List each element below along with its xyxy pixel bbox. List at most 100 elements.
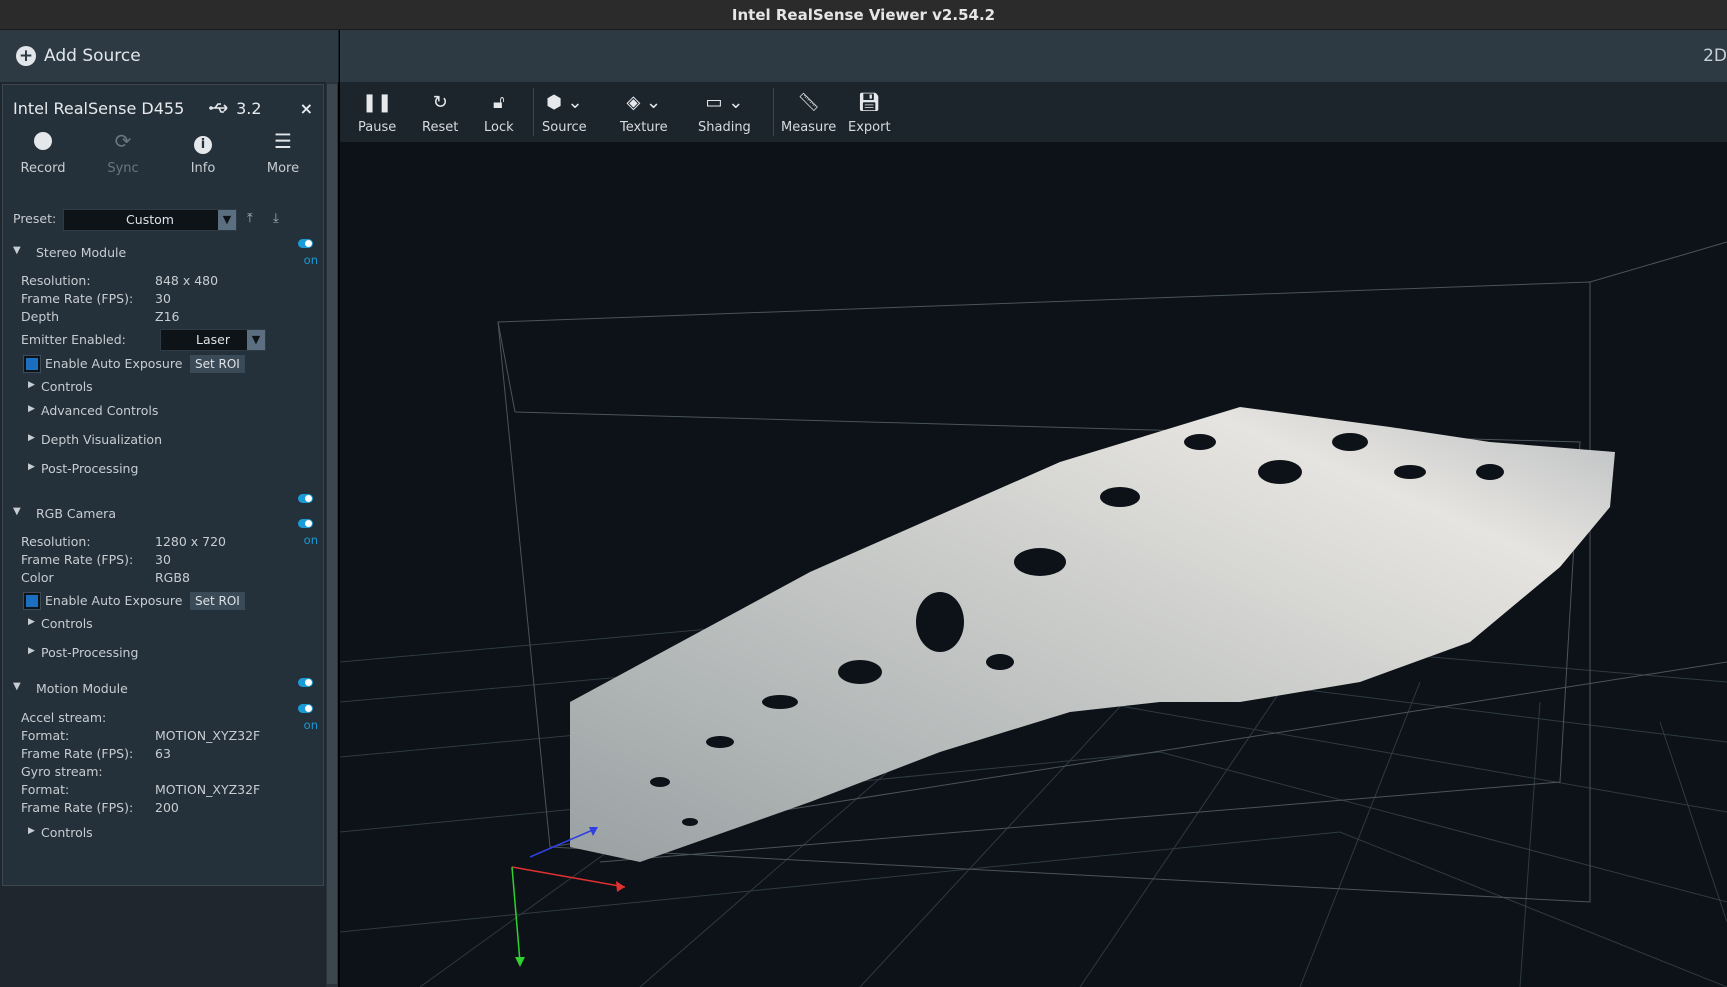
- rgb-resolution-row: Resolution: 1280 x 720: [3, 534, 323, 552]
- info-icon: i: [163, 129, 243, 154]
- fps-value[interactable]: 30: [155, 291, 171, 306]
- texture-label: Texture: [620, 120, 668, 135]
- source-dropdown[interactable]: ⬢ ⌄ Source: [542, 92, 587, 135]
- shading-dropdown[interactable]: ▭ ⌄ Shading: [698, 92, 751, 135]
- motion-module-header[interactable]: ▼ Motion Module: [3, 681, 323, 701]
- caret-right-icon: ▶: [28, 617, 35, 627]
- caret-right-icon: ▶: [28, 404, 35, 414]
- close-device-button[interactable]: ×: [300, 99, 313, 118]
- unlock-icon: 🔓︎: [492, 92, 505, 113]
- stereo-fps-row: Frame Rate (FPS): 30: [3, 291, 323, 309]
- caret-right-icon: ▶: [28, 433, 35, 443]
- controls-label: Controls: [41, 379, 93, 394]
- format-label: Format:: [21, 782, 70, 797]
- toolbar-divider: [533, 88, 534, 136]
- 3d-viewport[interactable]: ❚❚ Pause ↻ Reset 🔓︎ Lock ⬢ ⌄ Source ◈ ⌄ …: [340, 82, 1727, 987]
- usb-indicator: 3.2: [209, 99, 262, 118]
- rgb-camera-header[interactable]: ▼ RGB Camera: [3, 506, 323, 526]
- rgb-auto-exposure-row: Enable Auto Exposure: [3, 593, 323, 611]
- gyro-fps-row: Frame Rate (FPS): 200: [3, 800, 323, 818]
- pause-button[interactable]: ❚❚ Pause: [358, 92, 396, 135]
- resolution-value[interactable]: 848 x 480: [155, 273, 218, 288]
- auto-exposure-label: Enable Auto Exposure: [45, 593, 183, 608]
- preset-label: Preset:: [13, 211, 57, 226]
- device-header: Intel RealSense D455 3.2 ×: [13, 99, 313, 121]
- window-title: Intel RealSense Viewer v2.54.2: [731, 5, 996, 24]
- caret-right-icon: ▶: [28, 826, 35, 836]
- record-label: Record: [20, 161, 66, 176]
- sync-button[interactable]: ⟳ Sync: [83, 129, 163, 176]
- fps-value[interactable]: 30: [155, 552, 171, 567]
- format-value[interactable]: MOTION_XYZ32F: [155, 728, 260, 743]
- emitter-value: Laser: [196, 332, 230, 347]
- record-button[interactable]: Record: [3, 129, 83, 176]
- info-button[interactable]: i Info: [163, 129, 243, 176]
- depth-visualization-label: Depth Visualization: [41, 432, 163, 447]
- advanced-controls-node[interactable]: ▶ Advanced Controls: [3, 403, 323, 421]
- format-value[interactable]: MOTION_XYZ32F: [155, 782, 260, 797]
- point-cloud-scene[interactable]: [340, 142, 1727, 987]
- usb-version: 3.2: [236, 99, 262, 118]
- chevron-down-icon: ▼: [218, 210, 236, 230]
- sidebar-scrollbar[interactable]: [326, 82, 338, 987]
- rgb-post-processing-node[interactable]: ▶ Post-Processing: [3, 645, 323, 663]
- rgb-set-roi-button[interactable]: Set ROI: [190, 592, 245, 610]
- accel-format-row: Format: MOTION_XYZ32F: [3, 728, 323, 746]
- device-panel: Intel RealSense D455 3.2 × Record ⟳ Sync…: [2, 84, 324, 886]
- caret-right-icon: ▶: [28, 646, 35, 656]
- lock-label: Lock: [484, 120, 514, 135]
- emitter-label: Emitter Enabled:: [21, 332, 126, 347]
- stereo-resolution-row: Resolution: 848 x 480: [3, 273, 323, 291]
- menu-icon: ☰: [274, 129, 292, 153]
- stereo-controls-node[interactable]: ▶ Controls: [3, 379, 323, 397]
- advanced-controls-label: Advanced Controls: [41, 403, 159, 418]
- fps-value[interactable]: 63: [155, 746, 171, 761]
- resolution-label: Resolution:: [21, 534, 91, 549]
- chevron-down-icon: ▼: [247, 330, 265, 350]
- stereo-module-toggle[interactable]: [298, 239, 313, 248]
- controls-label: Controls: [41, 825, 93, 840]
- motion-controls-node[interactable]: ▶ Controls: [3, 825, 323, 843]
- format-value[interactable]: RGB8: [155, 570, 190, 585]
- preset-select[interactable]: Custom ▼: [63, 209, 237, 231]
- fps-label: Frame Rate (FPS):: [21, 291, 134, 306]
- stereo-post-processing-toggle[interactable]: [298, 494, 313, 503]
- more-label: More: [266, 161, 300, 176]
- lock-button[interactable]: 🔓︎ Lock: [484, 92, 514, 135]
- device-name: Intel RealSense D455: [13, 99, 185, 118]
- upload-preset-icon[interactable]: ⤒: [247, 211, 253, 226]
- depth-visualization-node[interactable]: ▶ Depth Visualization: [3, 432, 323, 450]
- gyro-format-row: Format: MOTION_XYZ32F: [3, 782, 323, 800]
- add-source-label: Add Source: [44, 46, 141, 66]
- stereo-post-processing-node[interactable]: ▶ Post-Processing: [3, 461, 323, 479]
- rgb-controls-node[interactable]: ▶ Controls: [3, 616, 323, 634]
- caret-right-icon: ▶: [28, 462, 35, 472]
- reset-button[interactable]: ↻ Reset: [422, 92, 458, 135]
- add-source-button[interactable]: + Add Source: [0, 30, 339, 82]
- window-title-bar: Intel RealSense Viewer v2.54.2: [0, 0, 1727, 30]
- controls-label: Controls: [41, 616, 93, 631]
- resolution-value[interactable]: 1280 x 720: [155, 534, 226, 549]
- fps-label: Frame Rate (FPS):: [21, 746, 134, 761]
- stereo-set-roi-button[interactable]: Set ROI: [190, 355, 245, 373]
- measure-button[interactable]: 📏︎ Measure: [781, 92, 836, 135]
- emitter-select[interactable]: Laser ▼: [160, 329, 266, 351]
- measure-label: Measure: [781, 120, 837, 135]
- download-preset-icon[interactable]: ⤓: [273, 211, 279, 226]
- export-label: Export: [848, 120, 891, 135]
- export-button[interactable]: 💾︎ Export: [848, 92, 891, 135]
- stereo-module-on-label: on: [303, 253, 318, 267]
- rgb-camera-toggle[interactable]: [298, 519, 313, 528]
- fps-value[interactable]: 200: [155, 800, 179, 815]
- scrollbar-thumb[interactable]: [327, 84, 337, 984]
- stereo-module-title: Stereo Module: [36, 245, 127, 260]
- view-mode-2d-button[interactable]: 2D: [1703, 46, 1727, 66]
- stereo-module-header[interactable]: ▼ Stereo Module: [3, 245, 323, 265]
- format-value[interactable]: Z16: [155, 309, 179, 324]
- usb-icon: [209, 103, 228, 113]
- rgb-format-row: Color RGB8: [3, 570, 323, 588]
- texture-dropdown[interactable]: ◈ ⌄ Texture: [620, 92, 668, 135]
- rgb-fps-row: Frame Rate (FPS): 30: [3, 552, 323, 570]
- preset-value: Custom: [126, 212, 174, 227]
- more-button[interactable]: ☰ More: [243, 129, 323, 176]
